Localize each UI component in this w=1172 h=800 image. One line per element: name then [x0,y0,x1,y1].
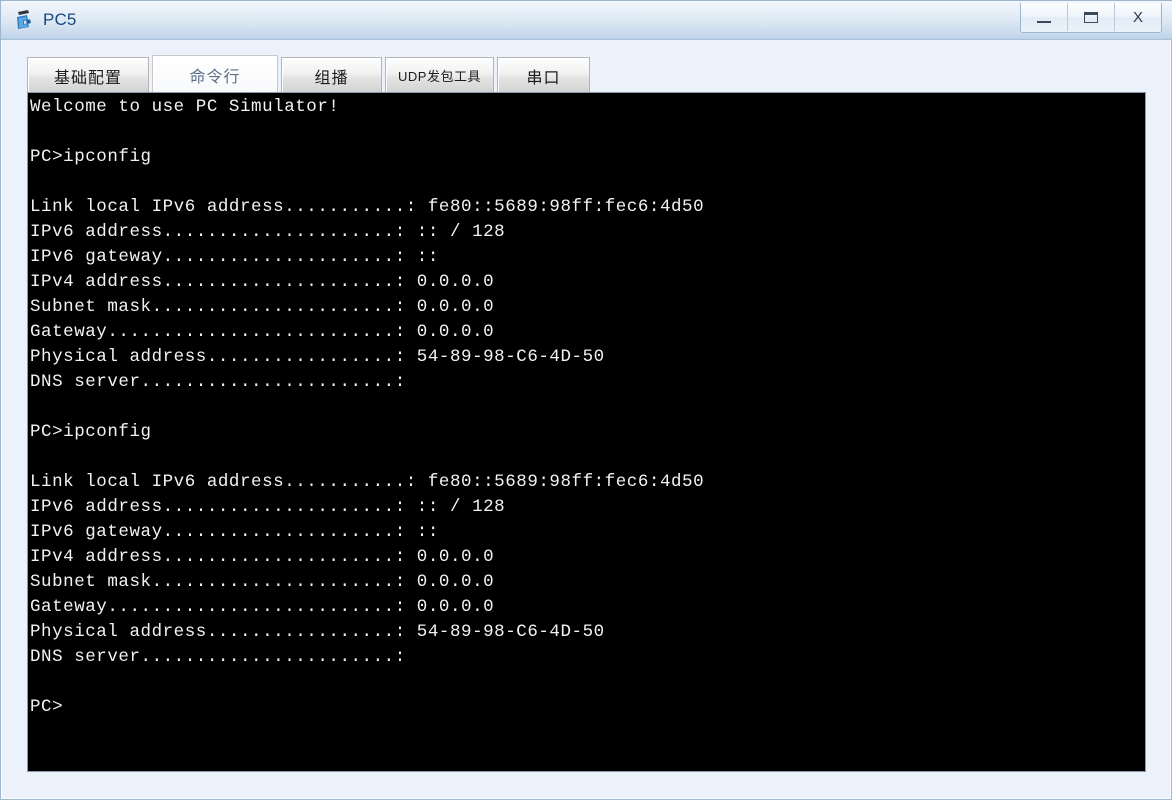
maximize-icon [1084,12,1098,23]
tab-label: 串口 [526,69,561,87]
pc-simulator-window: PC5 X 基础配置 命令行 组播 UDP发包工具 串口 Welcome to … [0,0,1172,800]
minimize-button[interactable] [1021,3,1068,31]
terminal-console[interactable]: Welcome to use PC Simulator! PC>ipconfig… [27,92,1146,772]
tab-multicast[interactable]: 组播 [281,57,382,93]
tab-bar: 基础配置 命令行 组播 UDP发包工具 串口 [27,55,593,93]
close-button[interactable]: X [1115,3,1161,31]
tab-label: 命令行 [189,68,241,86]
close-icon: X [1132,8,1143,26]
tab-label: 基础配置 [53,69,122,87]
title-bar-surface [1,0,1172,39]
tab-command-line[interactable]: 命令行 [152,55,278,93]
window-controls: X [1020,3,1162,33]
tab-basic-config[interactable]: 基础配置 [27,57,149,93]
tab-serial-port[interactable]: 串口 [497,57,590,93]
terminal-output: Welcome to use PC Simulator! PC>ipconfig… [30,97,705,717]
tab-udp-packet-tool[interactable]: UDP发包工具 [385,57,494,93]
maximize-button[interactable] [1068,3,1115,31]
minimize-icon [1037,21,1051,23]
tab-label: UDP发包工具 [398,69,481,84]
tab-label: 组播 [314,69,349,87]
window-title: PC5 [43,10,77,29]
title-bar[interactable]: PC5 X [1,0,1172,40]
pc-simulator-icon [17,10,31,29]
